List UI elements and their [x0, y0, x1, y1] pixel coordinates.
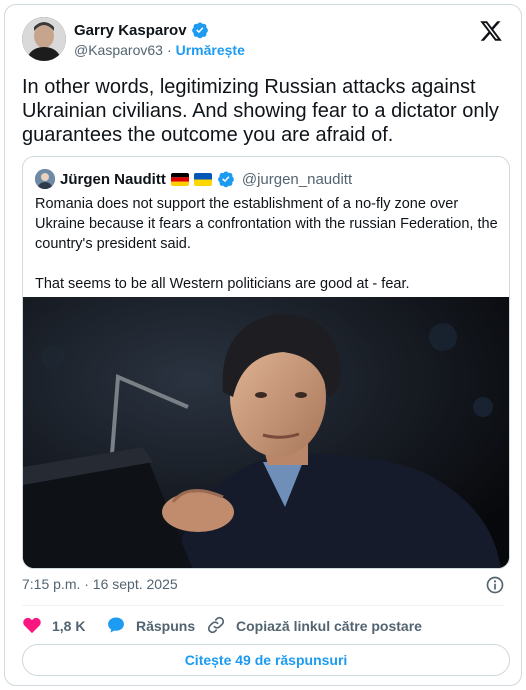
read-replies-button[interactable]: Citește 49 de răspunsuri — [22, 644, 510, 676]
author-avatar[interactable] — [22, 17, 66, 61]
quoted-author-avatar[interactable] — [35, 169, 55, 189]
author-name[interactable]: Garry Kasparov — [74, 22, 187, 39]
reply-label: Răspuns — [136, 618, 196, 634]
x-logo-icon[interactable] — [479, 19, 503, 43]
quoted-author-handle[interactable]: @jurgen_nauditt — [242, 171, 352, 188]
quoted-verified-badge-icon — [217, 170, 235, 188]
handle-separator: · — [166, 42, 172, 58]
copy-link-button[interactable]: Copiază linkul către postare — [206, 615, 422, 638]
tweet-text: In other words, legitimizing Russian att… — [22, 76, 499, 146]
ukraine-flag-icon — [193, 172, 212, 186]
author-handle[interactable]: @Kasparov63 — [74, 42, 163, 58]
reply-bubble-icon — [106, 615, 126, 638]
link-icon — [206, 615, 226, 638]
info-icon[interactable] — [485, 575, 505, 595]
tweet-header: Garry Kasparov @Kasparov63 · Urmărește — [22, 17, 507, 65]
germany-flag-icon — [170, 172, 189, 186]
copy-link-label: Copiază linkul către postare — [236, 618, 422, 634]
quoted-tweet[interactable]: Jürgen Nauditt @jurgen_nauditt Romania d… — [22, 156, 510, 569]
follow-button[interactable]: Urmărește — [176, 42, 245, 58]
quoted-tweet-text: Romania does not support the establishme… — [35, 196, 498, 292]
quoted-author-name[interactable]: Jürgen Nauditt — [60, 171, 166, 188]
tweet-timestamp[interactable]: 7:15 p.m. · 16 sept. 2025 — [22, 576, 178, 592]
like-button[interactable]: 1,8 K — [22, 615, 106, 638]
reply-button[interactable]: Răspuns — [106, 615, 206, 638]
quoted-tweet-photo[interactable] — [23, 297, 509, 568]
like-count: 1,8 K — [52, 618, 86, 634]
action-bar: 1,8 K Răspuns Copiază linkul către posta… — [22, 615, 422, 637]
actions-divider — [22, 605, 505, 606]
verified-badge-icon — [191, 21, 209, 39]
heart-icon — [22, 615, 42, 638]
tweet-embed-card: Garry Kasparov @Kasparov63 · Urmărește I… — [4, 4, 522, 686]
